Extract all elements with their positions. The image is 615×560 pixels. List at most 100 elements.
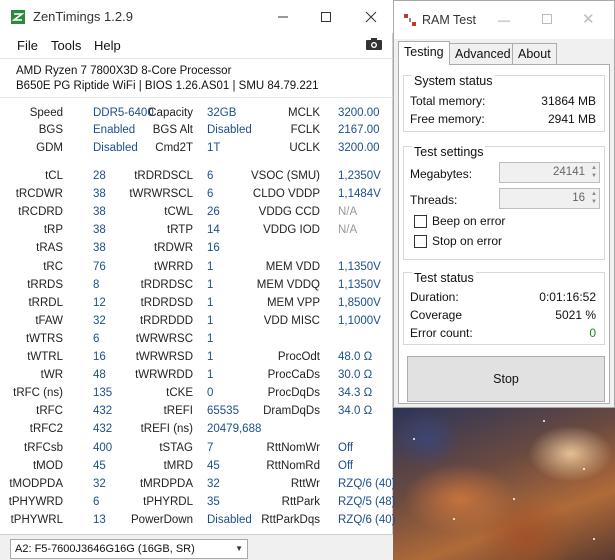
zentimings-titlebar[interactable]: ZenTimings 1.2.9	[0, 0, 393, 33]
megabytes-label: Megabytes:	[410, 167, 473, 181]
timing-label: tRDRDSCL	[134, 170, 193, 182]
timing-label: tWRWRSC	[135, 333, 193, 345]
megabytes-value: 24141	[553, 166, 585, 178]
timing-label: GDM	[36, 142, 63, 154]
megabytes-input[interactable]: 24141 ▲ ▼	[499, 162, 600, 183]
timing-label: MEM VDD	[265, 261, 320, 273]
testing-panel: System status Total memory: 31864 MB Fre…	[398, 64, 610, 404]
timing-label: RttNomRd	[266, 460, 320, 472]
menu-tools[interactable]: Tools	[51, 38, 81, 53]
timing-value: 13	[93, 514, 106, 526]
timing-value: Disabled	[207, 124, 252, 136]
timing-value: 1	[207, 369, 214, 381]
timing-label: VDD MISC	[263, 315, 320, 327]
timing-value: N/A	[338, 224, 358, 236]
close-button[interactable]	[349, 0, 393, 33]
threads-input[interactable]: 16 ▲ ▼	[499, 188, 600, 209]
timing-value: 1,2350V	[338, 170, 381, 182]
tab-about[interactable]: About	[512, 43, 557, 65]
tab-advanced[interactable]: Advanced	[449, 43, 517, 65]
timing-value: 0	[207, 387, 214, 399]
timing-value: 1	[207, 351, 214, 363]
timing-label: tRDRDDD	[139, 315, 193, 327]
minimize-button[interactable]	[261, 0, 305, 33]
ramtest-title: RAM Test	[422, 13, 476, 27]
timing-label: Cmd2T	[155, 142, 193, 154]
timing-value: 1	[207, 279, 214, 291]
maximize-button[interactable]	[304, 0, 348, 33]
dimm-select[interactable]: A2: F5-7600J3646G16G (16GB, SR) ▼	[10, 539, 248, 559]
timing-label: tCWL	[164, 206, 193, 218]
timing-label: tRFC	[36, 405, 63, 417]
total-memory-label: Total memory:	[410, 94, 486, 108]
ramtest-close-icon[interactable]: ✕	[582, 10, 595, 28]
timing-value: 38	[93, 206, 106, 218]
timing-value: 34.3 Ω	[338, 387, 373, 399]
timing-label: tRCDRD	[18, 206, 63, 218]
ramtest-maximize-icon[interactable]	[542, 14, 552, 24]
timing-label: tRRDL	[28, 297, 63, 309]
beep-on-error-label: Beep on error	[432, 214, 506, 228]
timing-value: 1,1350V	[338, 279, 381, 291]
timing-label: tRFC (ns)	[13, 387, 63, 399]
timing-value: 1,1484V	[338, 188, 381, 200]
timing-value: 1	[207, 333, 214, 345]
timing-value: 45	[207, 460, 220, 472]
duration-label: Duration:	[410, 290, 459, 304]
dimm-bar: A2: F5-7600J3646G16G (16GB, SR) ▼	[0, 534, 393, 560]
timing-label: tSTAG	[159, 442, 193, 454]
timing-value: 6	[207, 188, 214, 200]
tab-testing[interactable]: Testing	[398, 41, 450, 65]
timing-label: tRRDS	[27, 279, 63, 291]
timing-value: 16	[93, 351, 106, 363]
ramtest-titlebar[interactable]: RAM Test — ✕	[394, 1, 614, 39]
timing-value: 1	[207, 261, 214, 273]
ramtest-logo-icon	[404, 14, 416, 26]
timing-label: MEM VDDQ	[256, 279, 320, 291]
coverage-value: 5021 %	[555, 308, 596, 322]
stop-on-error-label: Stop on error	[432, 234, 503, 248]
timing-value: 6	[93, 333, 100, 345]
spinner-arrows-icon[interactable]: ▲ ▼	[591, 190, 597, 206]
timing-value: RZQ/6 (40)	[338, 478, 396, 490]
timing-label: RttWr	[290, 478, 320, 490]
menu-help[interactable]: Help	[94, 38, 121, 53]
timing-value: 432	[93, 423, 113, 435]
zentimings-window: ZenTimings 1.2.9 File Tools Help AMD Ryz…	[0, 0, 396, 560]
spinner-arrows-icon[interactable]: ▲ ▼	[591, 164, 597, 180]
timing-label: tRDRDSD	[140, 297, 193, 309]
timing-label: tREFI (ns)	[140, 423, 193, 435]
timing-value: Off	[338, 442, 354, 454]
camera-icon[interactable]	[365, 37, 383, 51]
timing-value: 32	[207, 478, 220, 490]
timing-value: 48.0 Ω	[338, 351, 373, 363]
timing-label: DramDqDs	[263, 405, 320, 417]
ramtest-minimize-icon[interactable]: —	[498, 13, 510, 27]
timing-value: 400	[93, 442, 113, 454]
timing-label: ProcCaDs	[267, 369, 320, 381]
zentimings-title: ZenTimings 1.2.9	[33, 9, 133, 24]
timing-value: 30.0 Ω	[338, 369, 373, 381]
timing-label: tRFCsb	[24, 442, 63, 454]
free-memory-label: Free memory:	[410, 112, 485, 126]
beep-on-error-checkbox[interactable]	[414, 215, 427, 228]
timing-label: tFAW	[35, 315, 63, 327]
timing-value: 32GB	[207, 107, 237, 119]
timing-value: 1T	[207, 142, 221, 154]
close-icon	[365, 11, 377, 22]
timing-label: VDDG IOD	[263, 224, 320, 236]
timing-value: 26	[207, 206, 220, 218]
menu-file[interactable]: File	[17, 38, 38, 53]
timing-label: tRDRDSC	[140, 279, 193, 291]
system-info: AMD Ryzen 7 7800X3D 8-Core Processor B65…	[0, 58, 393, 98]
timing-value: 32	[93, 478, 106, 490]
timing-value: 38	[93, 242, 106, 254]
stop-button[interactable]: Stop	[407, 356, 605, 402]
stop-on-error-checkbox[interactable]	[414, 235, 427, 248]
desktop-wallpaper	[393, 408, 615, 560]
test-settings-title: Test settings	[412, 145, 486, 159]
zentimings-logo-icon	[11, 10, 25, 24]
timing-value: 6	[93, 496, 100, 508]
timing-label: tMRDPDA	[139, 478, 193, 490]
timing-value: 28	[93, 170, 106, 182]
